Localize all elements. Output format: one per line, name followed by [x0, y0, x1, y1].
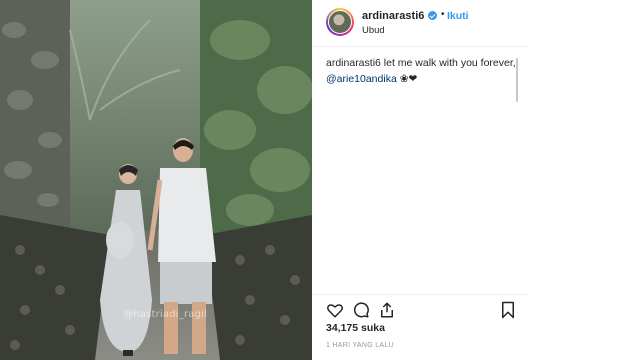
couple-walking-photo [0, 0, 312, 360]
post-sidebar: ardinarasti6 • Ikuti Ubud ardinarasti6 l… [312, 0, 528, 360]
post-timestamp[interactable]: 1 HARI YANG LALU [326, 342, 394, 349]
comments-scrollbar[interactable] [516, 58, 518, 102]
action-bar [312, 294, 528, 325]
follow-button[interactable]: Ikuti [447, 10, 469, 22]
caption-mention-link[interactable]: @arie10andika [326, 73, 397, 85]
caption-emoji: ❀❤ [396, 73, 418, 85]
comment-icon[interactable] [352, 301, 370, 319]
photo-watermark: @hastriadi_ragil [123, 309, 208, 320]
likes-count[interactable]: 34,175 suka [326, 322, 385, 334]
caption-text: let me walk with you forever, [380, 57, 516, 69]
instagram-post-card: @hastriadi_ragil ardinarasti6 • Ikuti Ub… [0, 0, 640, 360]
separator-dot: • [441, 9, 445, 20]
verified-badge-icon [428, 11, 437, 20]
avatar[interactable] [328, 10, 352, 34]
share-icon[interactable] [378, 301, 396, 319]
heart-icon[interactable] [326, 301, 344, 319]
bookmark-icon[interactable] [500, 301, 516, 319]
username-link[interactable]: ardinarasti6 [362, 10, 424, 22]
avatar-story-ring[interactable] [326, 8, 354, 36]
location-link[interactable]: Ubud [362, 25, 385, 36]
post-photo[interactable]: @hastriadi_ragil [0, 0, 312, 360]
post-caption: ardinarasti6 let me walk with you foreve… [326, 55, 518, 87]
caption-username[interactable]: ardinarasti6 [326, 57, 381, 69]
post-header: ardinarasti6 • Ikuti Ubud [312, 0, 528, 47]
